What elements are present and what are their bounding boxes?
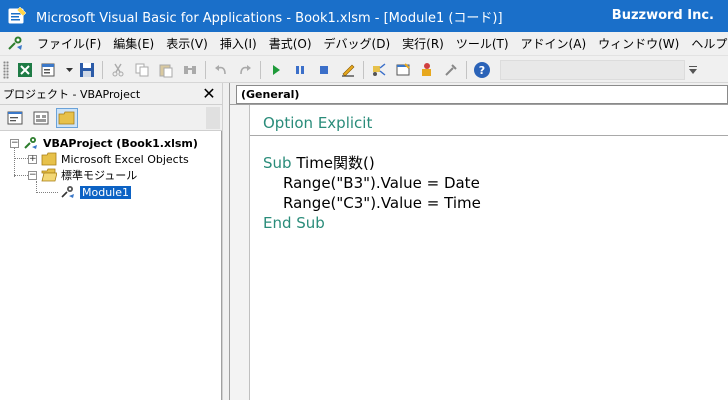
toolbar-empty-area [500, 59, 685, 80]
vbaproject-label: VBAProject (Book1.xlsm) [43, 136, 198, 150]
project-explorer-title: プロジェクト - VBAProject [3, 87, 141, 101]
standard-modules-label: 標準モジュール [61, 169, 138, 182]
expand-icon[interactable]: + [28, 154, 37, 164]
project-toolbar-scroll-handle[interactable] [206, 107, 220, 129]
toggle-folders-icon[interactable] [56, 107, 78, 128]
find-icon[interactable] [179, 59, 201, 81]
code-line-range-b3: Range("B3").Value = Date [283, 174, 480, 192]
tree-item-standard-modules[interactable]: − 標準モジュール [28, 167, 137, 183]
view-object-icon[interactable] [30, 108, 52, 128]
menu-edit[interactable]: 編集(E) [107, 33, 160, 55]
menu-format[interactable]: 書式(O) [263, 33, 318, 55]
menu-file[interactable]: ファイル(F) [31, 33, 107, 55]
view-code-icon[interactable] [4, 108, 26, 128]
code-line-sub: Sub Time関数() [263, 153, 375, 173]
design-mode-icon[interactable] [337, 59, 359, 81]
project-explorer-toolbar [0, 105, 222, 131]
code-window-header: (General) [230, 83, 728, 105]
vbaproject-icon [23, 136, 39, 150]
redo-icon[interactable] [234, 59, 256, 81]
project-explorer-header: プロジェクト - VBAProject ✕ [0, 83, 222, 105]
title-bar: Microsoft Visual Basic for Applications … [0, 0, 728, 32]
declaration-separator [250, 135, 728, 136]
sub-name: Time関数() [291, 154, 375, 172]
menu-debug[interactable]: デバッグ(D) [318, 33, 397, 55]
menu-insert[interactable]: 挿入(I) [214, 33, 263, 55]
menu-addins[interactable]: アドイン(A) [515, 33, 593, 55]
break-icon[interactable] [289, 59, 311, 81]
excel-view-icon[interactable] [14, 59, 36, 81]
excel-objects-label: Microsoft Excel Objects [61, 152, 189, 166]
toolbox-icon[interactable] [440, 59, 462, 81]
tree-item-vbaproject[interactable]: − VBAProject (Book1.xlsm) [10, 135, 198, 151]
paste-icon[interactable] [155, 59, 177, 81]
menu-run[interactable]: 実行(R) [396, 33, 450, 55]
project-explorer-icon[interactable] [368, 59, 390, 81]
code-margin-indicator-bar[interactable] [230, 105, 250, 400]
collapse-icon[interactable]: − [28, 170, 37, 180]
project-tree: − VBAProject (Book1.xlsm) + Microsoft Ex… [0, 131, 222, 400]
menu-window[interactable]: ウィンドウ(W) [592, 33, 685, 55]
collapse-icon[interactable]: − [10, 138, 19, 148]
sub-keyword: Sub [263, 154, 292, 172]
code-editor[interactable]: Option Explicit Sub Time関数() Range("B3")… [230, 105, 728, 400]
module1-label: Module1 [80, 185, 131, 199]
cut-icon[interactable] [107, 59, 129, 81]
copy-icon[interactable] [131, 59, 153, 81]
vba-app-icon[interactable] [8, 6, 28, 26]
standard-toolbar: ? [0, 57, 728, 83]
object-combobox[interactable]: (General) [236, 85, 728, 104]
folder-icon [41, 152, 57, 166]
run-icon[interactable] [265, 59, 287, 81]
tree-item-excel-objects[interactable]: + Microsoft Excel Objects [28, 151, 189, 167]
module-icon [60, 185, 76, 199]
menu-help[interactable]: ヘルプ(H) [685, 33, 728, 55]
insert-dropdown-arrow-icon[interactable] [63, 60, 75, 80]
undo-icon[interactable] [210, 59, 232, 81]
open-folder-icon [41, 168, 58, 182]
svg-text:?: ? [479, 64, 485, 77]
panel-splitter[interactable] [222, 83, 230, 400]
vba-menu-icon[interactable] [7, 35, 25, 53]
object-browser-icon[interactable] [416, 59, 438, 81]
menu-view[interactable]: 表示(V) [160, 33, 214, 55]
reset-icon[interactable] [313, 59, 335, 81]
help-icon[interactable]: ? [471, 59, 493, 81]
menu-bar: ファイル(F) 編集(E) 表示(V) 挿入(I) 書式(O) デバッグ(D) … [0, 32, 728, 56]
window-title: Microsoft Visual Basic for Applications … [36, 10, 503, 26]
brand-label: Buzzword Inc. [611, 8, 714, 23]
close-icon[interactable]: ✕ [200, 84, 218, 103]
tree-item-module1[interactable]: Module1 [60, 184, 131, 200]
save-icon[interactable] [76, 59, 98, 81]
menu-tools[interactable]: ツール(T) [450, 33, 515, 55]
code-line-option-explicit: Option Explicit [263, 114, 373, 132]
code-line-range-c3: Range("C3").Value = Time [283, 194, 481, 212]
properties-window-icon[interactable] [392, 59, 414, 81]
code-line-end-sub: End Sub [263, 214, 325, 232]
toolbar-grip-handle[interactable] [3, 60, 9, 79]
insert-userform-icon[interactable] [38, 59, 60, 81]
toolbar-options-icon[interactable] [687, 60, 699, 80]
